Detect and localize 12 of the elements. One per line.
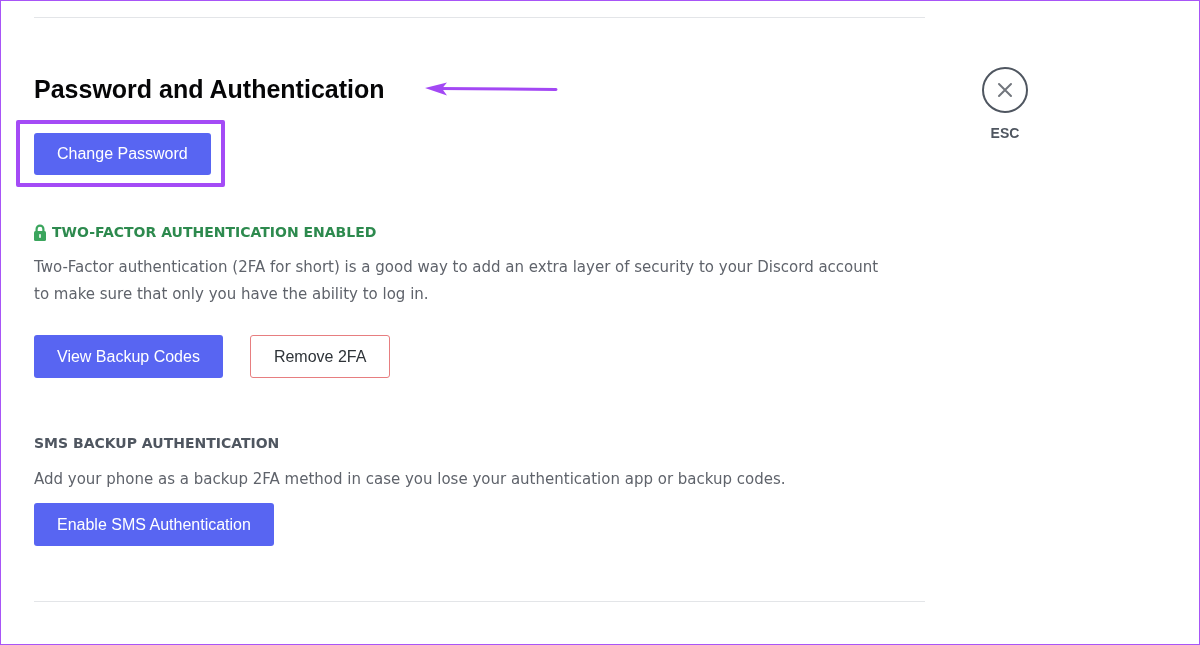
sms-backup-description: Add your phone as a backup 2FA method in case you lose your authentication app or backup codes. <box>34 469 786 490</box>
two-factor-description: Two-Factor authentication (2FA for short) is a good way to add an extra layer of security to your Discord account to make sure that only you have the ability to log in. <box>34 257 880 305</box>
change-password-button[interactable]: Change Password <box>34 133 211 175</box>
view-backup-codes-button[interactable]: View Backup Codes <box>34 335 223 378</box>
esc-label: ESC <box>990 125 1020 141</box>
section-title: Password and Authentication <box>34 74 385 104</box>
close-button[interactable] <box>982 67 1028 113</box>
sms-backup-title: SMS BACKUP AUTHENTICATION <box>34 434 280 452</box>
two-factor-status: TWO-FACTOR AUTHENTICATION ENABLED <box>52 223 377 241</box>
close-icon <box>982 67 1028 113</box>
remove-2fa-button[interactable]: Remove 2FA <box>249 335 391 378</box>
enable-sms-button[interactable]: Enable SMS Authentication <box>34 503 274 546</box>
